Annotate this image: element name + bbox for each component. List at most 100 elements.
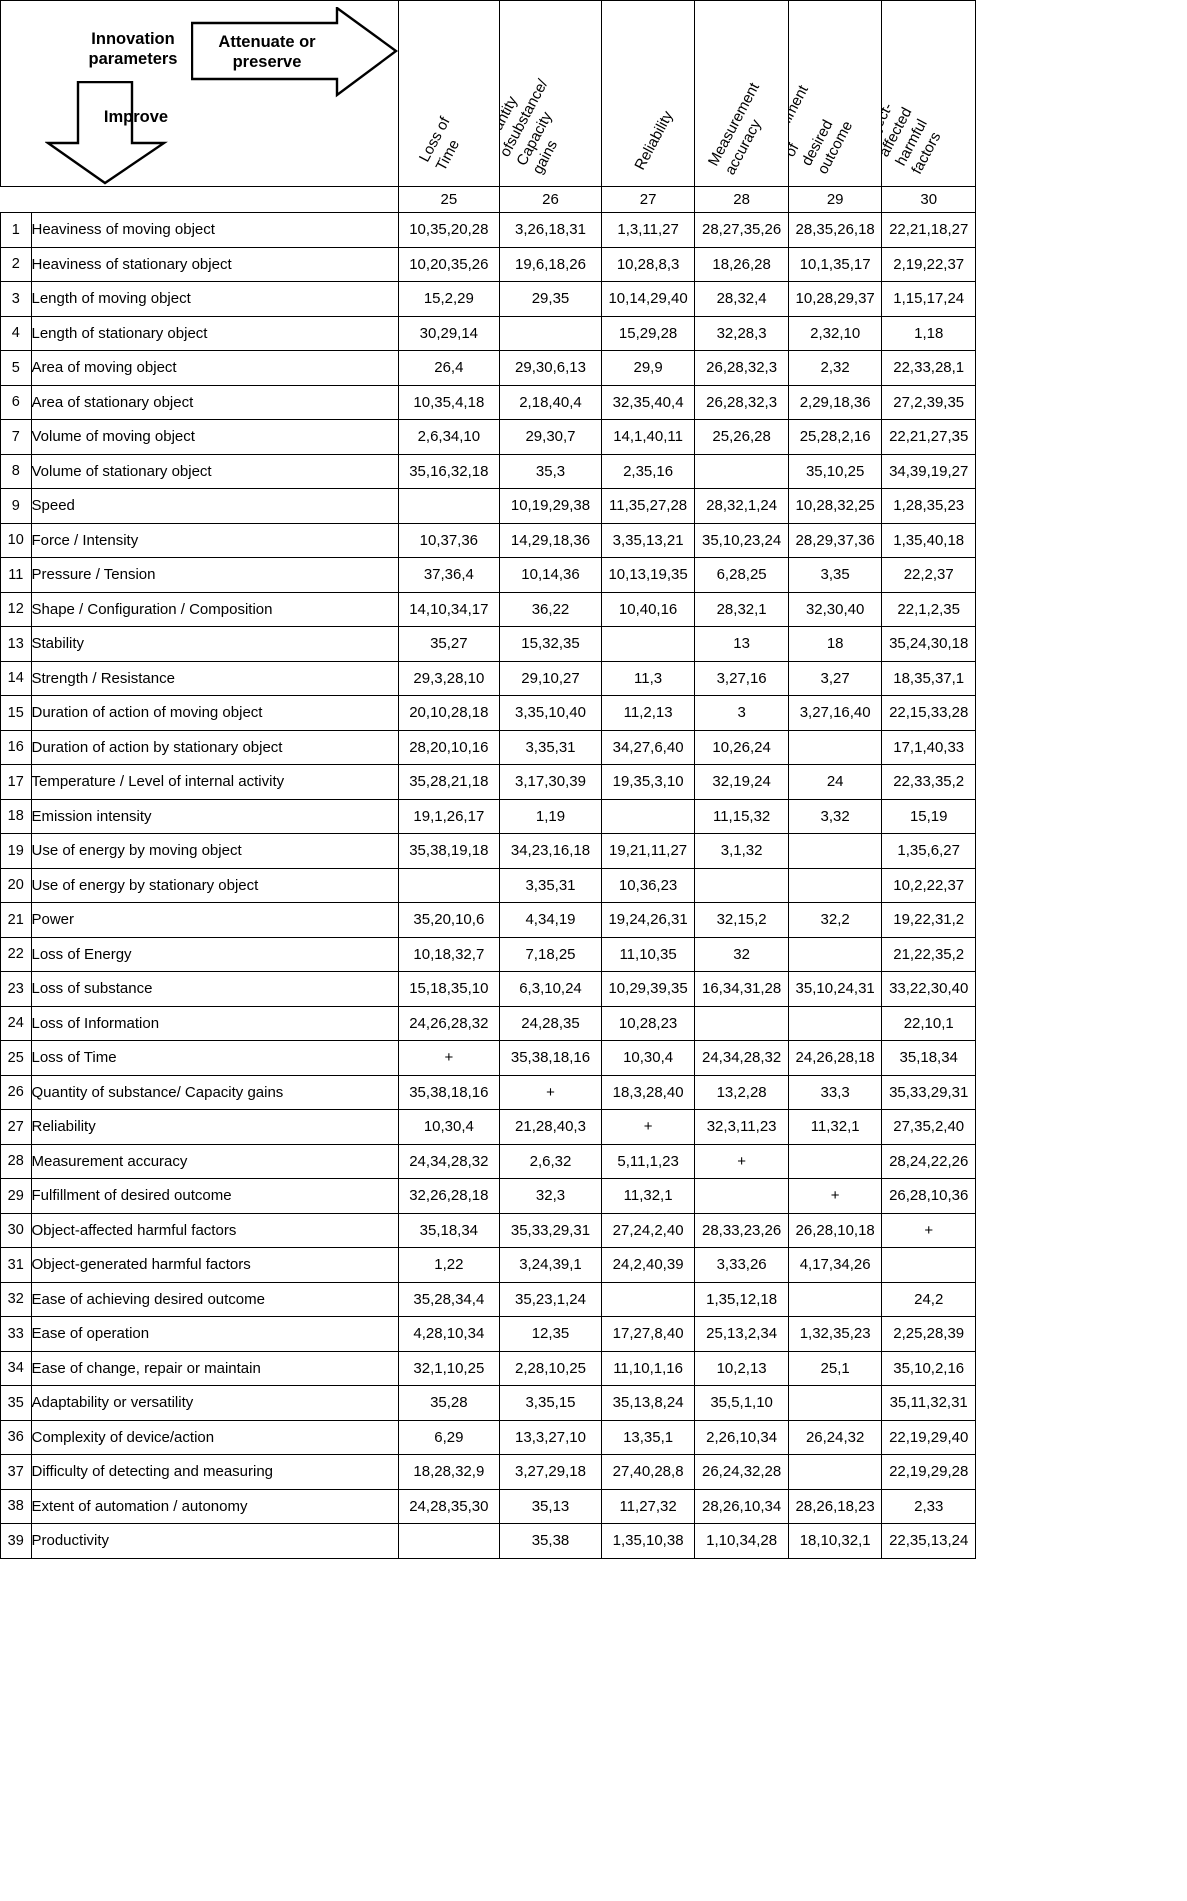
- matrix-cell: 19,6,18,26: [499, 246, 602, 282]
- matrix-cell: 35,16,32,18: [397, 453, 501, 489]
- matrix-cell: +: [397, 1040, 501, 1076]
- matrix-cell: 6,28,25: [694, 557, 789, 593]
- column-header-label: Object-affected harmful factors: [882, 100, 945, 178]
- table-row: 1 Heaviness of moving object 10,35,20,28 3,…: [0, 212, 976, 248]
- matrix-cell: 10,37,36: [397, 522, 501, 558]
- matrix-cell: 28,32,1,24: [694, 488, 789, 524]
- column-header-label: Quantity ofsubstance/ Capacity gains: [500, 76, 562, 178]
- matrix-cell: 26,4: [397, 350, 501, 386]
- matrix-cell: 1,35,6,27: [881, 833, 976, 869]
- row-number: 29: [0, 1178, 32, 1214]
- matrix-cell: 11,2,13: [600, 695, 696, 731]
- matrix-cell: 32,26,28,18: [397, 1178, 501, 1214]
- matrix-cell: 3,35,10,40: [499, 695, 602, 731]
- matrix-cell: 7,18,25: [499, 936, 602, 972]
- matrix-cell: 3,35,13,21: [600, 522, 696, 558]
- matrix-cell: 10,40,16: [600, 591, 696, 627]
- matrix-cell: 15,2,29: [397, 281, 501, 317]
- matrix-cell: 10,35,20,28: [397, 212, 501, 248]
- matrix-cell: 3,35,31: [499, 867, 602, 903]
- table-row: 24 Loss of Information 24,26,28,32 24,28,35…: [0, 1005, 976, 1041]
- row-parameter-label: Object-affected harmful factors: [30, 1212, 399, 1248]
- table-row: 2 Heaviness of stationary object 10,20,35,…: [0, 246, 976, 282]
- row-parameter-label: Shape / Configuration / Composition: [30, 591, 399, 627]
- column-header-25: Loss of Time: [397, 0, 501, 187]
- row-parameter-label: Length of stationary object: [30, 315, 399, 351]
- matrix-cell: 26,28,10,18: [787, 1212, 883, 1248]
- row-parameter-label: Power: [30, 902, 399, 938]
- table-row: 28 Measurement accuracy 24,34,28,32 2,6,32 5…: [0, 1143, 976, 1179]
- matrix-cell: 26,28,32,3: [694, 350, 789, 386]
- matrix-cell: 11,27,32: [600, 1488, 696, 1524]
- row-number: 26: [0, 1074, 32, 1110]
- table-row: 31 Object-generated harmful factors 1,22 3,…: [0, 1247, 976, 1283]
- row-parameter-label: Fulfillment of desired outcome: [30, 1178, 399, 1214]
- row-number: 34: [0, 1350, 32, 1386]
- matrix-cell: 10,20,35,26: [397, 246, 501, 282]
- matrix-cell: 24,28,35,30: [397, 1488, 501, 1524]
- table-row: 11 Pressure / Tension 37,36,4 10,14,36 10,13…: [0, 557, 976, 593]
- matrix-cell: 29,30,7: [499, 419, 602, 455]
- matrix-cell: 37,36,4: [397, 557, 501, 593]
- table-row: 30 Object-affected harmful factors 35,18,3…: [0, 1212, 976, 1248]
- matrix-cell: 22,19,29,40: [881, 1419, 976, 1455]
- matrix-cell: 29,35: [499, 281, 602, 317]
- matrix-cell: 3,27,16,40: [787, 695, 883, 731]
- matrix-cell: 35,10,2,16: [881, 1350, 976, 1386]
- matrix-cell: [397, 867, 501, 903]
- matrix-cell: 27,40,28,8: [600, 1454, 696, 1490]
- row-number: 35: [0, 1385, 32, 1421]
- matrix-cell: 35,3: [499, 453, 602, 489]
- matrix-cell: 25,26,28: [694, 419, 789, 455]
- matrix-cell: 18,3,28,40: [600, 1074, 696, 1110]
- matrix-cell: 1,15,17,24: [881, 281, 976, 317]
- row-parameter-label: Ease of achieving desired outcome: [30, 1281, 399, 1317]
- matrix-cell: 4,34,19: [499, 902, 602, 938]
- row-parameter-label: Complexity of device/action: [30, 1419, 399, 1455]
- matrix-cell: [787, 1454, 883, 1490]
- matrix-cell: 3,24,39,1: [499, 1247, 602, 1283]
- matrix-cell: 6,29: [397, 1419, 501, 1455]
- row-parameter-label: Difficulty of detecting and measuring: [30, 1454, 399, 1490]
- matrix-table: Innovation parameters Improve Attenuate or…: [0, 0, 976, 1559]
- row-parameter-label: Temperature / Level of internal activity: [30, 764, 399, 800]
- matrix-cell: [694, 1005, 789, 1041]
- row-number: 39: [0, 1523, 32, 1559]
- table-row: 19 Use of energy by moving object 35,38,19…: [0, 833, 976, 869]
- row-number: 27: [0, 1109, 32, 1145]
- matrix-cell: 33,3: [787, 1074, 883, 1110]
- row-parameter-label: Heaviness of moving object: [30, 212, 399, 248]
- table-row: 16 Duration of action by stationary objec…: [0, 729, 976, 765]
- matrix-cell: 20,10,28,18: [397, 695, 501, 731]
- matrix-cell: 11,35,27,28: [600, 488, 696, 524]
- matrix-cell: 5,11,1,23: [600, 1143, 696, 1179]
- matrix-cell: 35,28,34,4: [397, 1281, 501, 1317]
- matrix-cell: 22,15,33,28: [881, 695, 976, 731]
- row-number: 4: [0, 315, 32, 351]
- matrix-cell: 29,9: [600, 350, 696, 386]
- row-parameter-label: Ease of change, repair or maintain: [30, 1350, 399, 1386]
- matrix-cell: 32,28,3: [694, 315, 789, 351]
- matrix-cell: 2,33: [881, 1488, 976, 1524]
- matrix-cell: 35,13,8,24: [600, 1385, 696, 1421]
- row-number: 8: [0, 453, 32, 489]
- matrix-cell: 13,35,1: [600, 1419, 696, 1455]
- matrix-cell: [694, 1178, 789, 1214]
- matrix-cell: 11,10,1,16: [600, 1350, 696, 1386]
- row-parameter-label: Speed: [30, 488, 399, 524]
- matrix-cell: 27,35,2,40: [881, 1109, 976, 1145]
- row-number: 28: [0, 1143, 32, 1179]
- table-row: 36 Complexity of device/action 6,29 13,3,27…: [0, 1419, 976, 1455]
- matrix-cell: 1,3,11,27: [600, 212, 696, 248]
- matrix-cell: 1,35,40,18: [881, 522, 976, 558]
- row-parameter-label: Volume of stationary object: [30, 453, 399, 489]
- matrix-cell: 35,27: [397, 626, 501, 662]
- matrix-cell: 34,39,19,27: [881, 453, 976, 489]
- matrix-cell: 19,21,11,27: [600, 833, 696, 869]
- matrix-cell: 12,35: [499, 1316, 602, 1352]
- matrix-cell: 35,23,1,24: [499, 1281, 602, 1317]
- matrix-cell: 10,36,23: [600, 867, 696, 903]
- table-row: 10 Force / Intensity 10,37,36 14,29,18,36 3,…: [0, 522, 976, 558]
- table-row: 29 Fulfillment of desired outcome 32,26,2…: [0, 1178, 976, 1214]
- matrix-cell: 33,22,30,40: [881, 971, 976, 1007]
